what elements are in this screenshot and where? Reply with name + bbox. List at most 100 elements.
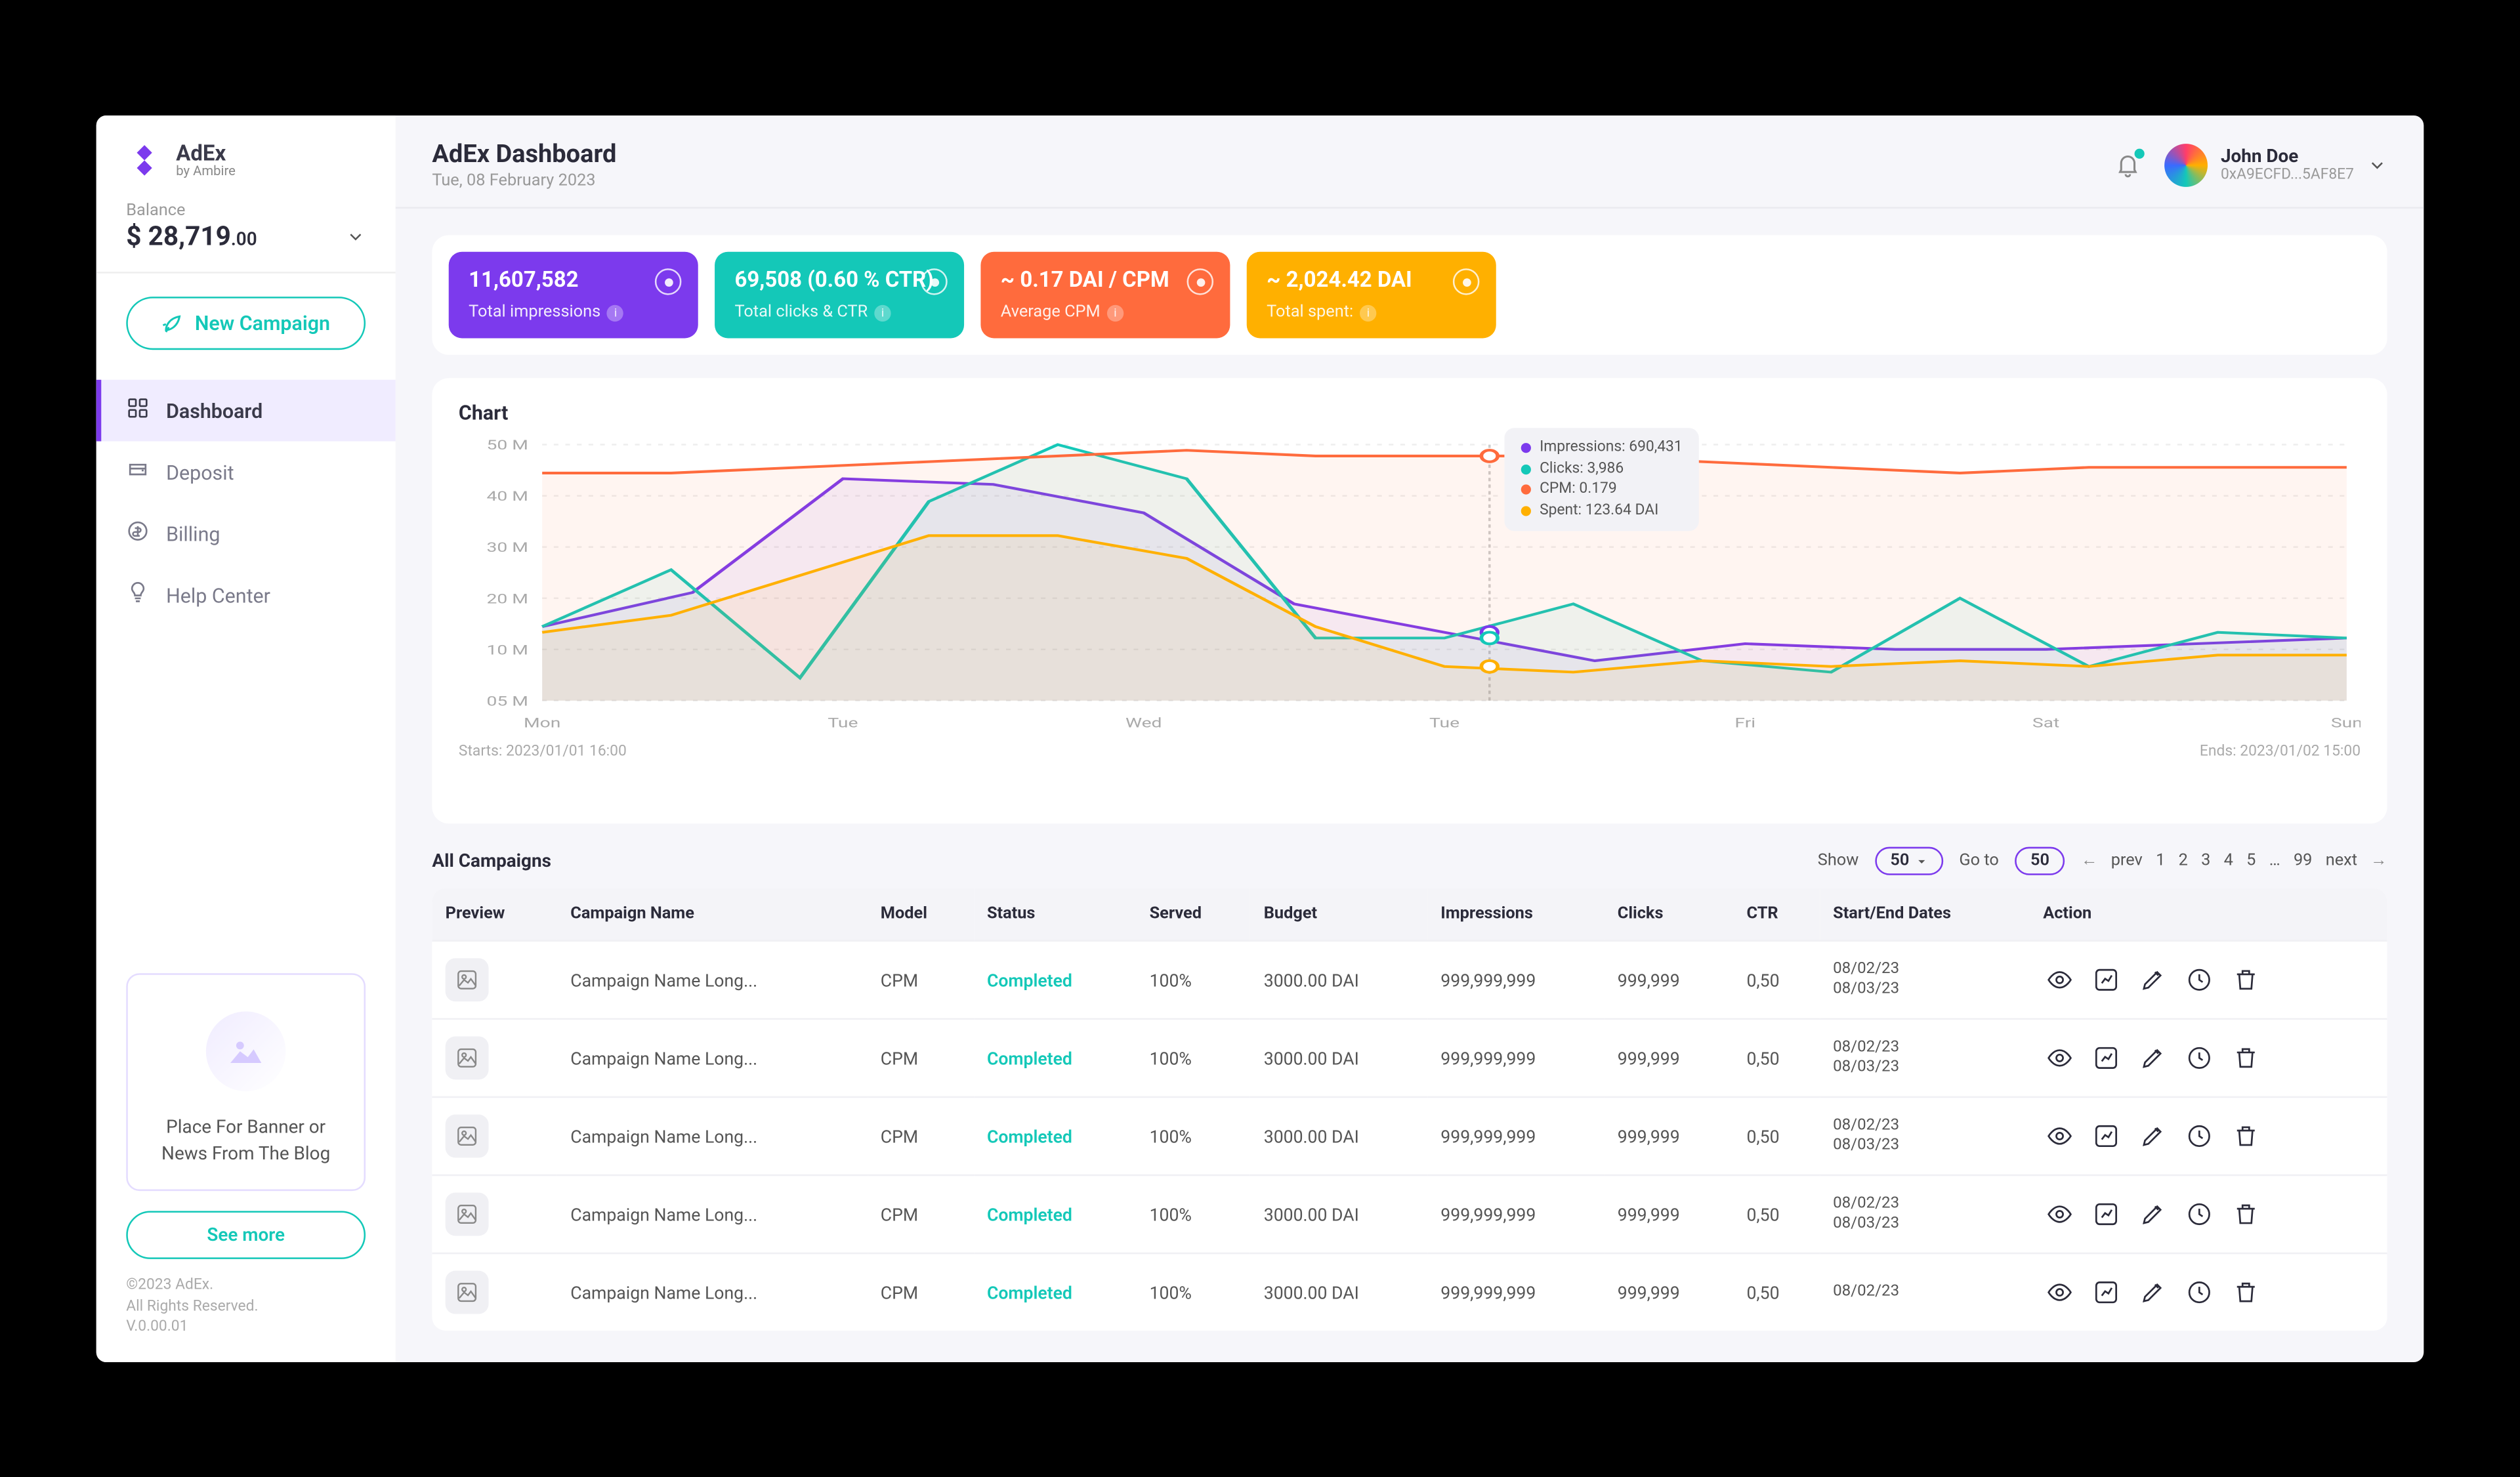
- preview-thumb[interactable]: [446, 1036, 489, 1079]
- prev-arrow-icon[interactable]: ←: [2081, 852, 2097, 870]
- delete-action-icon[interactable]: [2229, 1119, 2263, 1153]
- eye-icon[interactable]: [1187, 268, 1214, 295]
- cell-served: 100%: [1136, 1175, 1250, 1253]
- edit-action-icon[interactable]: [2136, 1119, 2170, 1153]
- cell-model: CPM: [868, 1096, 974, 1175]
- delete-action-icon[interactable]: [2229, 1197, 2263, 1231]
- sidebar-item-help[interactable]: Help Center: [96, 564, 396, 626]
- balance-amount-row[interactable]: $ 28,719.00: [126, 220, 366, 251]
- info-icon[interactable]: i: [874, 304, 891, 320]
- next-arrow-icon[interactable]: →: [2370, 852, 2387, 870]
- page-number[interactable]: 5: [2246, 852, 2256, 870]
- view-action-icon[interactable]: [2043, 1119, 2076, 1153]
- column-header: CTR: [1733, 888, 1820, 941]
- sidebar-item-billing[interactable]: Billing: [96, 503, 396, 564]
- stats-action-icon[interactable]: [2090, 963, 2123, 997]
- table-header-row: All Campaigns Show 50 Go to 50 ← prev 12…: [432, 846, 2387, 875]
- preview-thumb[interactable]: [446, 958, 489, 1001]
- stats-action-icon[interactable]: [2090, 1197, 2123, 1231]
- user-menu[interactable]: John Doe 0xA9ECFD...5AF8E7: [2164, 142, 2387, 186]
- clock-action-icon[interactable]: [2183, 1276, 2216, 1309]
- cell-model: CPM: [868, 1175, 974, 1253]
- sidebar-item-deposit[interactable]: Deposit: [96, 441, 396, 503]
- notifications-button[interactable]: [2114, 151, 2141, 178]
- page-date: Tue, 08 February 2023: [432, 172, 616, 190]
- table-head-row: PreviewCampaign NameModelStatusServedBud…: [432, 888, 2387, 941]
- clock-action-icon[interactable]: [2183, 1197, 2216, 1231]
- edit-action-icon[interactable]: [2136, 1041, 2170, 1075]
- dashboard-icon: [126, 396, 149, 425]
- cell-status: Completed: [974, 1096, 1137, 1175]
- sidebar-item-dashboard[interactable]: Dashboard: [96, 379, 396, 441]
- page-number[interactable]: 1: [2156, 852, 2165, 870]
- page-number[interactable]: 99: [2294, 852, 2313, 870]
- cell-status: Completed: [974, 1175, 1137, 1253]
- table-row: Campaign Name Long... CPM Completed 100%…: [432, 940, 2387, 1018]
- stats-action-icon[interactable]: [2090, 1119, 2123, 1153]
- clock-action-icon[interactable]: [2183, 1041, 2216, 1075]
- cell-ctr: 0,50: [1733, 1096, 1820, 1175]
- clock-action-icon[interactable]: [2183, 1119, 2216, 1153]
- edit-action-icon[interactable]: [2136, 1276, 2170, 1309]
- preview-thumb[interactable]: [446, 1114, 489, 1157]
- view-action-icon[interactable]: [2043, 1276, 2076, 1309]
- new-campaign-button[interactable]: New Campaign: [126, 297, 366, 350]
- user-name: John Doe: [2221, 144, 2354, 166]
- sidebar-item-label: Dashboard: [166, 398, 262, 421]
- eye-icon[interactable]: [1453, 268, 1480, 295]
- prev-button[interactable]: prev: [2111, 852, 2143, 870]
- column-header: Clicks: [1604, 888, 1733, 941]
- edit-action-icon[interactable]: [2136, 1197, 2170, 1231]
- tooltip-clicks: Clicks: 3,986: [1540, 459, 1624, 480]
- cell-impressions: 999,999,999: [1427, 1018, 1604, 1096]
- footer-version: V.0.00.01: [126, 1318, 366, 1339]
- eye-icon[interactable]: [921, 268, 948, 295]
- sidebar-item-label: Deposit: [166, 460, 234, 483]
- cell-served: 100%: [1136, 940, 1250, 1018]
- info-icon[interactable]: i: [1360, 304, 1376, 320]
- info-icon[interactable]: i: [1107, 304, 1124, 320]
- page-number[interactable]: 2: [2179, 852, 2188, 870]
- stats-action-icon[interactable]: [2090, 1041, 2123, 1075]
- show-value: 50: [1890, 852, 1909, 870]
- row-actions: [2043, 963, 2374, 997]
- page-number[interactable]: 3: [2201, 852, 2210, 870]
- column-header: Action: [2030, 888, 2387, 941]
- column-header: Impressions: [1427, 888, 1604, 941]
- cell-dates: 08/02/2308/03/23: [1820, 1018, 2030, 1096]
- edit-action-icon[interactable]: [2136, 963, 2170, 997]
- brand-name: AdEx: [176, 142, 226, 167]
- page-number[interactable]: 4: [2224, 852, 2233, 870]
- eye-icon[interactable]: [655, 268, 682, 295]
- deposit-icon: [126, 457, 149, 486]
- cell-clicks: 999,999: [1604, 1018, 1733, 1096]
- delete-action-icon[interactable]: [2229, 1276, 2263, 1309]
- cell-model: CPM: [868, 1253, 974, 1331]
- next-button[interactable]: next: [2326, 852, 2357, 870]
- svg-text:30 M: 30 M: [487, 540, 528, 556]
- view-action-icon[interactable]: [2043, 1197, 2076, 1231]
- cell-ctr: 0,50: [1733, 1018, 1820, 1096]
- brand-logo: AdEx by Ambire: [96, 115, 396, 202]
- page-number[interactable]: …: [2269, 852, 2280, 870]
- metric-value: ~ 2,024.42 DAI: [1267, 268, 1476, 293]
- help-icon: [126, 581, 149, 609]
- stats-action-icon[interactable]: [2090, 1276, 2123, 1309]
- clock-action-icon[interactable]: [2183, 963, 2216, 997]
- goto-input[interactable]: 50: [2015, 846, 2065, 875]
- info-icon[interactable]: i: [607, 304, 623, 320]
- cell-model: CPM: [868, 1018, 974, 1096]
- delete-action-icon[interactable]: [2229, 963, 2263, 997]
- row-actions: [2043, 1119, 2374, 1153]
- view-action-icon[interactable]: [2043, 1041, 2076, 1075]
- show-select[interactable]: 50: [1876, 846, 1942, 875]
- topbar-right: John Doe 0xA9ECFD...5AF8E7: [2114, 142, 2387, 186]
- content-scroll[interactable]: 11,607,582 Total impressions i 69,508 (0…: [396, 208, 2424, 1362]
- app-window: AdEx by Ambire Balance $ 28,719.00 New C…: [96, 115, 2424, 1362]
- see-more-button[interactable]: See more: [126, 1211, 366, 1259]
- delete-action-icon[interactable]: [2229, 1041, 2263, 1075]
- view-action-icon[interactable]: [2043, 963, 2076, 997]
- preview-thumb[interactable]: [446, 1192, 489, 1236]
- preview-thumb[interactable]: [446, 1270, 489, 1314]
- metric-value: ~ 0.17 DAI / CPM: [1001, 268, 1210, 293]
